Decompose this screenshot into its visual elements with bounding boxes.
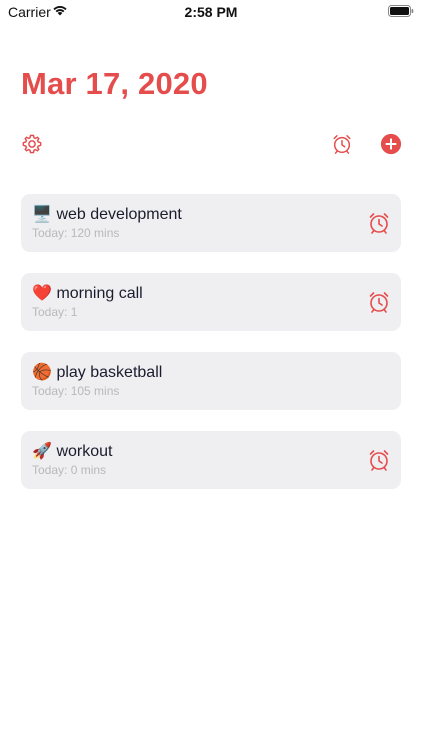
alarm-clock-icon [333, 135, 351, 154]
settings-button[interactable] [20, 132, 44, 156]
computer-emoji-icon: 🖥️ [32, 206, 52, 223]
task-title: 🖥️ web development [32, 204, 182, 224]
gear-icon [22, 134, 42, 154]
basketball-emoji-icon: 🏀 [32, 364, 52, 381]
status-bar: Carrier 2:58 PM [0, 0, 422, 24]
alarm-button[interactable] [330, 132, 354, 156]
alarm-clock-icon[interactable] [367, 448, 391, 472]
task-card-web-development[interactable]: 🖥️ web development Today: 120 mins [21, 194, 401, 252]
task-title-text: play basketball [56, 364, 163, 381]
heart-emoji-icon: ❤️ [32, 285, 52, 302]
task-subtitle: Today: 0 mins [32, 463, 107, 477]
task-title-text: morning call [56, 285, 143, 302]
page-title: Mar 17, 2020 [21, 66, 208, 101]
alarm-clock-icon[interactable] [367, 211, 391, 235]
plus-circle-icon [380, 133, 402, 155]
task-card-play-basketball[interactable]: 🏀 play basketball Today: 105 mins [21, 352, 401, 410]
add-button[interactable] [379, 132, 403, 156]
task-subtitle: Today: 1 [32, 305, 78, 319]
task-title-text: workout [56, 443, 113, 460]
task-title: 🏀 play basketball [32, 362, 162, 382]
task-title-text: web development [56, 206, 182, 223]
task-title: 🚀 workout [32, 441, 112, 461]
rocket-emoji-icon: 🚀 [32, 443, 52, 460]
task-card-workout[interactable]: 🚀 workout Today: 0 mins [21, 431, 401, 489]
task-list: 🖥️ web development Today: 120 mins ❤️ mo… [21, 194, 401, 510]
task-subtitle: Today: 120 mins [32, 226, 120, 240]
battery-icon [388, 5, 414, 17]
task-title: ❤️ morning call [32, 283, 143, 303]
status-time: 2:58 PM [184, 4, 238, 20]
alarm-clock-icon[interactable] [367, 290, 391, 314]
task-card-morning-call[interactable]: ❤️ morning call Today: 1 [21, 273, 401, 331]
task-subtitle: Today: 105 mins [32, 384, 120, 398]
